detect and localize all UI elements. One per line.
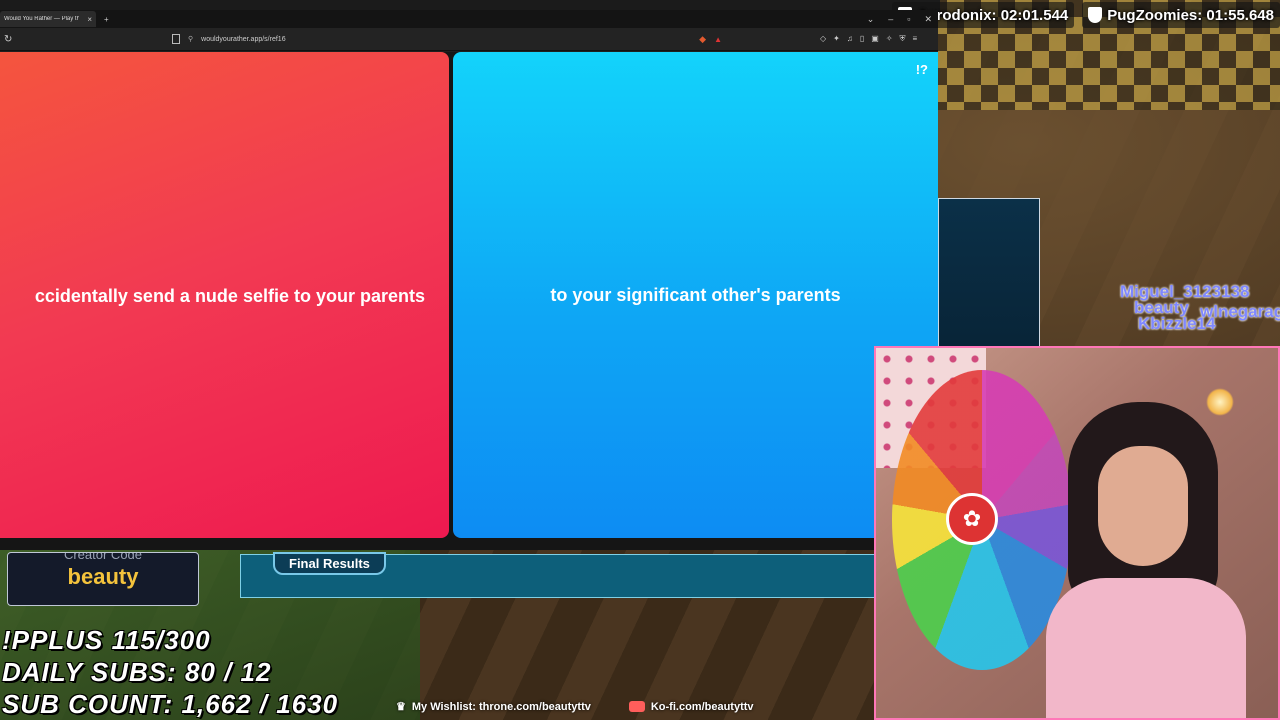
kofi-link: Ko-fi.com/beautyttv	[628, 700, 754, 713]
streamer-face	[1098, 446, 1188, 566]
tab-bar: Would You Rather — Play the G × + ⌄ – ▫ …	[0, 10, 938, 28]
creator-code-value: beauty	[67, 564, 139, 589]
shield-icon	[1088, 7, 1103, 23]
site-info-icon[interactable]: ⚲	[188, 35, 193, 43]
bookmark-icon[interactable]	[172, 34, 180, 44]
timer-label: Aerodonix: 02:01.544	[917, 6, 1069, 24]
close-icon[interactable]: ×	[87, 15, 92, 24]
chat-overlay: Miguel_3123138 beauty wlnegarag Kbizzle1…	[1080, 282, 1280, 342]
ai-icon[interactable]: ✧	[886, 34, 893, 44]
url-field[interactable]: wouldyourather.app/s/ref16	[201, 36, 691, 43]
close-window-icon[interactable]: ✕	[924, 14, 932, 25]
option-b-card[interactable]: to your significant other's parents !?	[453, 52, 938, 538]
window-controls: ⌄ – ▫ ✕	[867, 14, 938, 25]
streamer	[1046, 388, 1246, 718]
final-results-button[interactable]: Final Results	[273, 552, 386, 575]
sub-count-stat: SUB COUNT: 1,662 / 1630	[2, 689, 339, 719]
game-info-panel	[938, 198, 1040, 350]
address-bar: ↻ ⚲ wouldyourather.app/s/ref16 ◆ ▲ ◇ ✦ ♫…	[0, 28, 938, 51]
help-button[interactable]: !?	[916, 62, 928, 77]
menu-icon[interactable]: ≡	[913, 34, 918, 44]
option-b-text: to your significant other's parents	[550, 284, 841, 305]
timer-label: PugZoomies: 01:55.648	[1107, 6, 1274, 24]
extension-icons: ◇ ✦ ♫ ▯ ▣ ✧ ⛨ ≡	[820, 34, 917, 44]
creator-code-label: Creator Code	[63, 552, 143, 562]
paw-icon: ✿	[946, 493, 998, 545]
wishlist-text: My Wishlist: throne.com/beautyttv	[411, 700, 591, 713]
race-timers: Aerodonix: 02:01.544 PugZoomies: 01:55.6…	[892, 2, 1280, 28]
page-content: ccidentally send a nude selfie to your p…	[0, 52, 938, 550]
sidebar-icon[interactable]: ▯	[860, 34, 864, 44]
kofi-cup-icon	[628, 701, 645, 712]
chat-username: Kbizzle14	[1138, 314, 1216, 333]
option-a-card[interactable]: ccidentally send a nude selfie to your p…	[0, 52, 449, 538]
streamer-hoodie	[1046, 578, 1246, 718]
final-results-panel: Final Results	[240, 552, 878, 598]
stream-stats: !PPLUS 115/300 DAILY SUBS: 80 / 12 SUB C…	[2, 624, 338, 720]
kofi-text: Ko-fi.com/beautyttv	[650, 700, 754, 713]
browser-window: Would You Rather — Play the G × + ⌄ – ▫ …	[0, 10, 938, 550]
option-a-text: ccidentally send a nude selfie to your p…	[34, 286, 425, 306]
wallet-icon[interactable]: ▣	[871, 34, 879, 44]
brave-shield-icon[interactable]: ◆	[699, 34, 706, 45]
puzzle-icon[interactable]: ✦	[833, 34, 840, 44]
tab-would-you-rather[interactable]: Would You Rather — Play the G ×	[0, 11, 96, 27]
alert-icon[interactable]: ▲	[714, 35, 722, 44]
minimize-icon[interactable]: –	[888, 14, 893, 25]
timer-pugzoomies: PugZoomies: 01:55.648	[1082, 2, 1280, 28]
pplus-stat: !PPLUS 115/300	[2, 625, 211, 655]
footer-links: ♛ My Wishlist: throne.com/beautyttv Ko-f…	[396, 700, 754, 714]
webcam-feed: ✿	[874, 346, 1280, 720]
tab-title: Would You Rather — Play the G	[4, 16, 80, 22]
crown-icon: ♛	[396, 701, 406, 713]
music-icon[interactable]: ♫	[847, 34, 853, 44]
chevron-down-icon[interactable]: ⌄	[867, 14, 875, 25]
new-tab-button[interactable]: +	[104, 15, 109, 24]
extension-icon[interactable]: ◇	[820, 34, 826, 44]
creator-code-box: Creator Code beauty	[7, 552, 199, 606]
wishlist-link: ♛ My Wishlist: throne.com/beautyttv	[396, 700, 591, 714]
maximize-icon[interactable]: ▫	[907, 14, 910, 25]
daily-subs-stat: DAILY SUBS: 80 / 12	[2, 657, 272, 687]
shield-icon[interactable]: ⛨	[900, 34, 906, 44]
reload-icon[interactable]: ↻	[4, 34, 14, 45]
